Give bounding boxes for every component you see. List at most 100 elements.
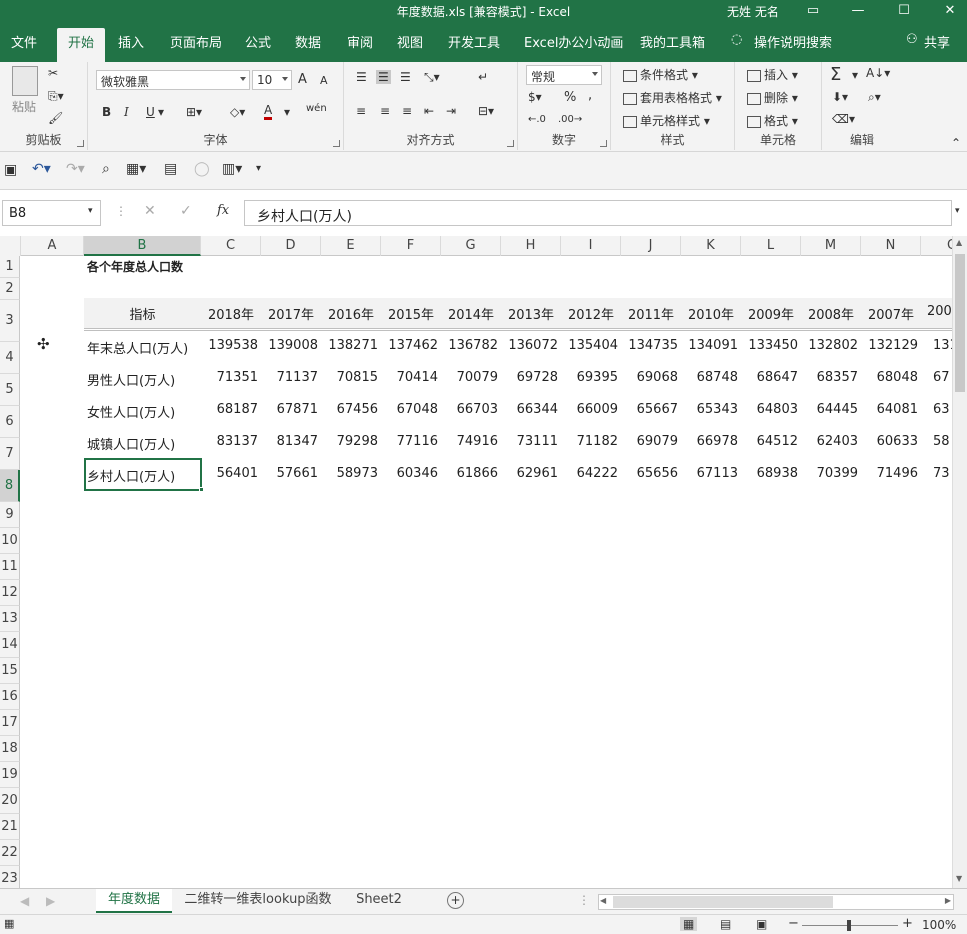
undo-icon[interactable]: ↶▾ bbox=[32, 161, 51, 177]
maximize-icon[interactable]: ☐ bbox=[889, 0, 919, 22]
data-cell[interactable]: 136072 bbox=[501, 338, 558, 353]
row-header[interactable]: 18 bbox=[0, 736, 20, 762]
row-header[interactable]: 3 bbox=[0, 300, 20, 342]
year-header[interactable]: 2009年 bbox=[741, 304, 801, 323]
tell-me-search[interactable]: 操作说明搜索 bbox=[754, 32, 832, 51]
launcher-icon[interactable] bbox=[333, 140, 340, 147]
insert-cells-button[interactable]: 插入 ▾ bbox=[747, 66, 798, 83]
row-header[interactable]: 17 bbox=[0, 710, 20, 736]
align-middle-icon[interactable]: ☰ bbox=[376, 70, 391, 84]
year-header[interactable]: 2012年 bbox=[561, 304, 621, 323]
year-header[interactable]: 2011年 bbox=[621, 304, 681, 323]
cut-icon[interactable]: ✂ bbox=[48, 66, 58, 80]
page-layout-view-icon[interactable]: ▤ bbox=[720, 917, 731, 931]
clear-icon[interactable]: ⌫▾ bbox=[832, 112, 855, 126]
data-cell[interactable]: 71351 bbox=[201, 370, 258, 385]
shrink-font-icon[interactable]: A bbox=[320, 74, 328, 87]
header-label[interactable]: 指标 bbox=[84, 304, 201, 323]
data-cell[interactable]: 65656 bbox=[621, 466, 678, 481]
data-cell[interactable]: 74916 bbox=[441, 434, 498, 449]
data-cell[interactable]: 66703 bbox=[441, 402, 498, 417]
scroll-left-icon[interactable]: ◀ bbox=[600, 896, 606, 905]
paste-button[interactable]: 粘贴 bbox=[12, 98, 36, 115]
font-name-select[interactable]: 微软雅黑 bbox=[96, 70, 250, 90]
tab-review[interactable]: 审阅 bbox=[347, 32, 373, 51]
data-cell[interactable]: 61866 bbox=[441, 466, 498, 481]
row-header[interactable]: 2 bbox=[0, 278, 20, 300]
underline-button[interactable]: U bbox=[146, 105, 155, 119]
year-header[interactable]: 2016年 bbox=[321, 304, 381, 323]
column-header[interactable]: B bbox=[84, 236, 201, 256]
tab-insert[interactable]: 插入 bbox=[118, 32, 144, 51]
tab-data[interactable]: 数据 bbox=[295, 32, 321, 51]
orientation-icon[interactable]: ⤡▾ bbox=[424, 70, 440, 85]
column-header[interactable]: K bbox=[681, 236, 741, 256]
data-cell[interactable]: 56401 bbox=[201, 466, 258, 481]
autosum-icon[interactable]: Σ bbox=[830, 64, 841, 85]
phonetic-icon[interactable]: wén bbox=[306, 103, 327, 114]
data-cell[interactable]: 64222 bbox=[561, 466, 618, 481]
cancel-icon[interactable]: ✕ bbox=[144, 203, 156, 219]
data-cell[interactable]: 58 bbox=[921, 434, 952, 449]
data-cell[interactable]: 71137 bbox=[261, 370, 318, 385]
align-center-icon[interactable]: ≡ bbox=[380, 104, 390, 118]
ribbon-display-icon[interactable]: ▭ bbox=[798, 0, 828, 22]
next-sheet-icon[interactable]: ▶ bbox=[46, 894, 55, 908]
data-cell[interactable]: 133450 bbox=[741, 338, 798, 353]
chevron-down-icon[interactable]: ▾ bbox=[852, 68, 858, 82]
data-cell[interactable]: 68357 bbox=[801, 370, 858, 385]
align-top-icon[interactable]: ☰ bbox=[356, 70, 367, 84]
row-label[interactable]: 年末总人口(万人) bbox=[87, 338, 188, 357]
horizontal-scrollbar[interactable]: ◀ ▶ bbox=[598, 894, 954, 910]
data-cell[interactable]: 83137 bbox=[201, 434, 258, 449]
find-icon[interactable]: ⌕▾ bbox=[868, 90, 881, 105]
chevron-down-icon[interactable]: ▾ bbox=[158, 105, 164, 119]
scroll-thumb[interactable] bbox=[955, 254, 965, 392]
data-cell[interactable]: 73111 bbox=[501, 434, 558, 449]
sheet-tab[interactable]: Sheet2 bbox=[346, 889, 412, 913]
row-header[interactable]: 5 bbox=[0, 374, 20, 406]
chevron-down-icon[interactable]: ▾ bbox=[88, 206, 93, 216]
row-header[interactable]: 12 bbox=[0, 580, 20, 606]
merge-center-icon[interactable]: ⊟▾ bbox=[478, 104, 494, 118]
prev-sheet-icon[interactable]: ◀ bbox=[20, 894, 29, 908]
data-cell[interactable]: 77116 bbox=[381, 434, 438, 449]
data-cell[interactable]: 81347 bbox=[261, 434, 318, 449]
column-header[interactable]: D bbox=[261, 236, 321, 256]
column-header[interactable]: A bbox=[21, 236, 84, 256]
form-icon[interactable]: ▥▾ bbox=[222, 161, 242, 177]
launcher-icon[interactable] bbox=[600, 140, 607, 147]
data-cell[interactable]: 69079 bbox=[621, 434, 678, 449]
row-header[interactable]: 1 bbox=[0, 256, 20, 278]
fill-handle[interactable] bbox=[199, 487, 204, 492]
person-icon[interactable]: ⚇ bbox=[906, 32, 918, 47]
data-cell[interactable]: 67 bbox=[921, 370, 952, 385]
row-header[interactable]: 23 bbox=[0, 866, 20, 888]
year-header[interactable]: 2013年 bbox=[501, 304, 561, 323]
data-cell[interactable]: 64445 bbox=[801, 402, 858, 417]
data-cell[interactable]: 139008 bbox=[261, 338, 318, 353]
launcher-icon[interactable] bbox=[507, 140, 514, 147]
year-header[interactable]: 200 bbox=[921, 304, 952, 319]
data-cell[interactable]: 68647 bbox=[741, 370, 798, 385]
tab-page-layout[interactable]: 页面布局 bbox=[170, 32, 222, 51]
table-title[interactable]: 各个年度总人口数 bbox=[87, 258, 183, 275]
row-label[interactable]: 男性人口(万人) bbox=[87, 370, 175, 389]
row-header[interactable]: 14 bbox=[0, 632, 20, 658]
decrease-decimal-icon[interactable]: .00→ bbox=[558, 114, 582, 125]
data-cell[interactable]: 62403 bbox=[801, 434, 858, 449]
data-cell[interactable]: 64081 bbox=[861, 402, 918, 417]
year-header[interactable]: 2015年 bbox=[381, 304, 441, 323]
user-name[interactable]: 无姓 无名 bbox=[727, 3, 779, 20]
column-header[interactable]: O bbox=[921, 236, 952, 256]
delete-cells-button[interactable]: 删除 ▾ bbox=[747, 89, 798, 106]
data-cell[interactable]: 69728 bbox=[501, 370, 558, 385]
number-format-select[interactable]: 常规 bbox=[526, 65, 602, 85]
chevron-down-icon[interactable]: ▾ bbox=[284, 105, 290, 119]
data-cell[interactable]: 132802 bbox=[801, 338, 858, 353]
tab-formulas[interactable]: 公式 bbox=[245, 32, 271, 51]
zoom-out-icon[interactable]: − bbox=[788, 916, 799, 931]
fill-color-icon[interactable]: ◇▾ bbox=[230, 105, 245, 119]
vertical-scrollbar[interactable]: ▲ ▼ bbox=[952, 236, 967, 888]
lightbulb-icon[interactable]: ◌ bbox=[731, 32, 742, 47]
